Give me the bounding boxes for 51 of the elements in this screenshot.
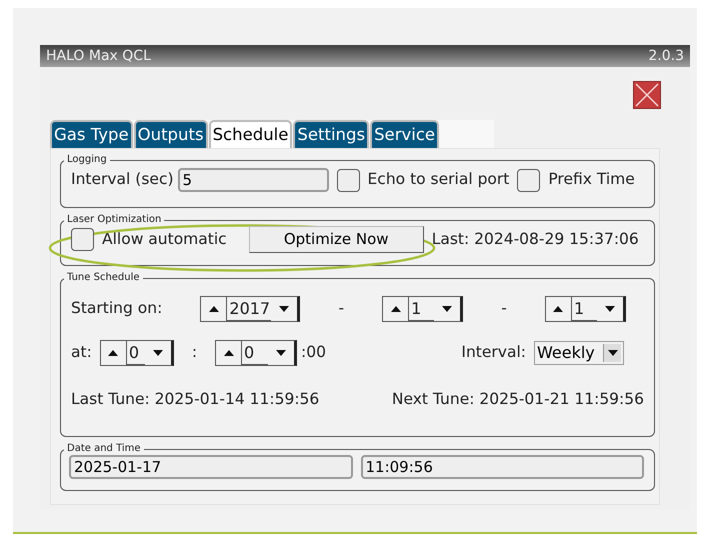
separator-text: - — [338, 298, 344, 320]
spin-box[interactable]: 0 — [100, 340, 174, 366]
field-label: at: — [71, 342, 92, 364]
checkbox[interactable] — [336, 168, 360, 192]
up-arrow-icon — [208, 306, 219, 312]
down-arrow-icon — [442, 306, 452, 312]
interval-dropdown[interactable]: Weekly — [534, 341, 624, 365]
checkbox[interactable] — [71, 228, 94, 251]
down-arrow-icon — [604, 306, 615, 312]
interval-field[interactable]: 5 — [178, 168, 329, 192]
last-tune-text: Last Tune: 2025-01-14 11:59:56 — [71, 389, 320, 410]
group-title: Date and Time — [66, 443, 142, 455]
up-arrow-icon — [553, 306, 564, 312]
tab[interactable]: Schedule — [208, 120, 292, 148]
window-title: HALO Max QCL — [46, 47, 151, 66]
checkbox[interactable] — [517, 168, 540, 192]
down-arrow-icon — [279, 306, 290, 312]
group-title: Tune Schedule — [66, 272, 141, 284]
tab[interactable]: Gas Type — [50, 120, 133, 148]
spin-box[interactable]: 1 — [544, 296, 626, 322]
group-title: Logging — [66, 154, 108, 166]
down-arrow-icon — [276, 350, 286, 356]
seconds-text: :00 — [301, 342, 326, 364]
caret-icon — [608, 350, 618, 356]
group-title: Laser Optimization — [66, 214, 162, 226]
close-button[interactable] — [633, 81, 661, 109]
down-arrow-icon — [152, 350, 163, 356]
tab[interactable]: Service — [370, 120, 440, 148]
checkbox-label: Prefix Time — [548, 169, 635, 190]
spin-box[interactable]: 1 — [382, 296, 464, 322]
tab[interactable]: Outputs — [134, 120, 208, 148]
up-arrow-icon — [108, 350, 118, 356]
checkbox-label: Echo to serial port — [368, 169, 510, 190]
separator-text: - — [501, 298, 507, 320]
up-arrow-icon — [390, 306, 401, 312]
spin-box[interactable]: 0 — [215, 340, 298, 366]
version-label: 2.0.3 — [648, 47, 684, 66]
field-label: Starting on: — [71, 298, 162, 320]
optimize-button[interactable]: Optimize Now — [248, 226, 424, 253]
spin-box[interactable]: 2017 — [200, 296, 300, 322]
up-arrow-icon — [224, 350, 234, 356]
date-field[interactable]: 2025-01-17 — [69, 455, 352, 479]
field-label: Interval (sec) — [71, 169, 174, 190]
last-optimized-text: Last: 2024-08-29 15:37:06 — [432, 228, 639, 250]
field-label: Interval: — [461, 342, 526, 364]
separator-text: : — [192, 342, 198, 364]
next-tune-text: Next Tune: 2025-01-21 11:59:56 — [392, 389, 644, 410]
tab[interactable]: Settings — [293, 120, 370, 148]
time-field[interactable]: 11:09:56 — [360, 455, 644, 479]
dropdown-value: Weekly — [536, 342, 596, 364]
checkbox-label: Allow automatic — [102, 228, 227, 250]
